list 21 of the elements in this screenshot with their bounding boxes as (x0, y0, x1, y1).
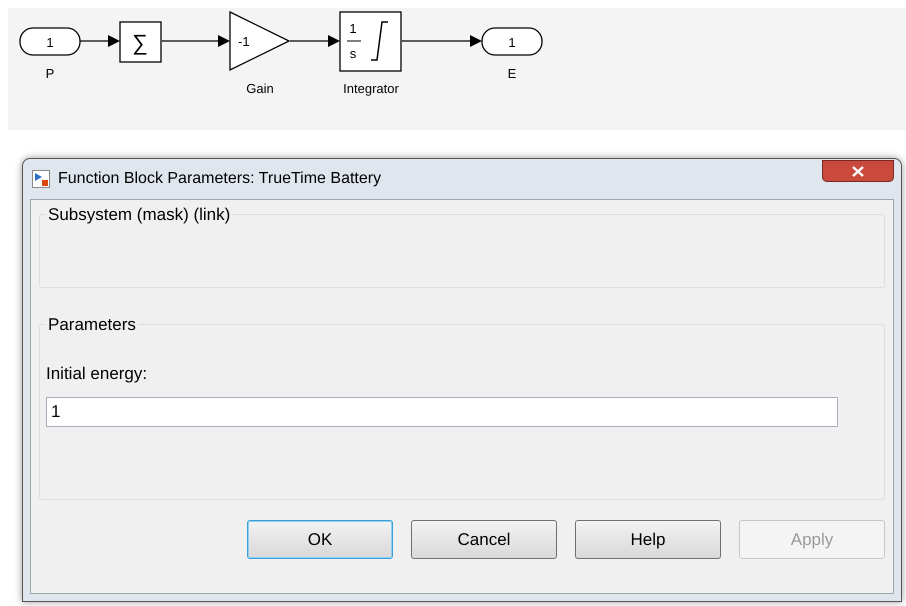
gain-block: -1 (229, 10, 290, 72)
block-label: Integrator (343, 81, 399, 96)
close-button[interactable] (822, 160, 894, 182)
energy-input[interactable]: 1 (46, 396, 838, 426)
window-title: Function Block Parameters: TrueTime Battery (58, 169, 382, 189)
signal-arrow (80, 35, 120, 47)
field-label: Initial energy: (46, 363, 148, 385)
block-label: P (46, 66, 54, 81)
dialog-button[interactable]: Cancel (411, 520, 557, 559)
sum-block: ∑ (119, 21, 162, 63)
dialog-button[interactable]: Help (575, 520, 721, 559)
outport-block: 1 (481, 27, 543, 56)
block-icon (32, 170, 50, 188)
dialog-button[interactable]: OK (247, 520, 393, 559)
signal-arrow (162, 35, 230, 47)
inport-block: 1 (19, 27, 81, 56)
close-icon (852, 166, 864, 176)
block-label: Gain (246, 81, 274, 96)
block-label: E (508, 66, 516, 81)
integrator-block: 1 s (339, 11, 402, 72)
signal-arrow (290, 35, 340, 47)
